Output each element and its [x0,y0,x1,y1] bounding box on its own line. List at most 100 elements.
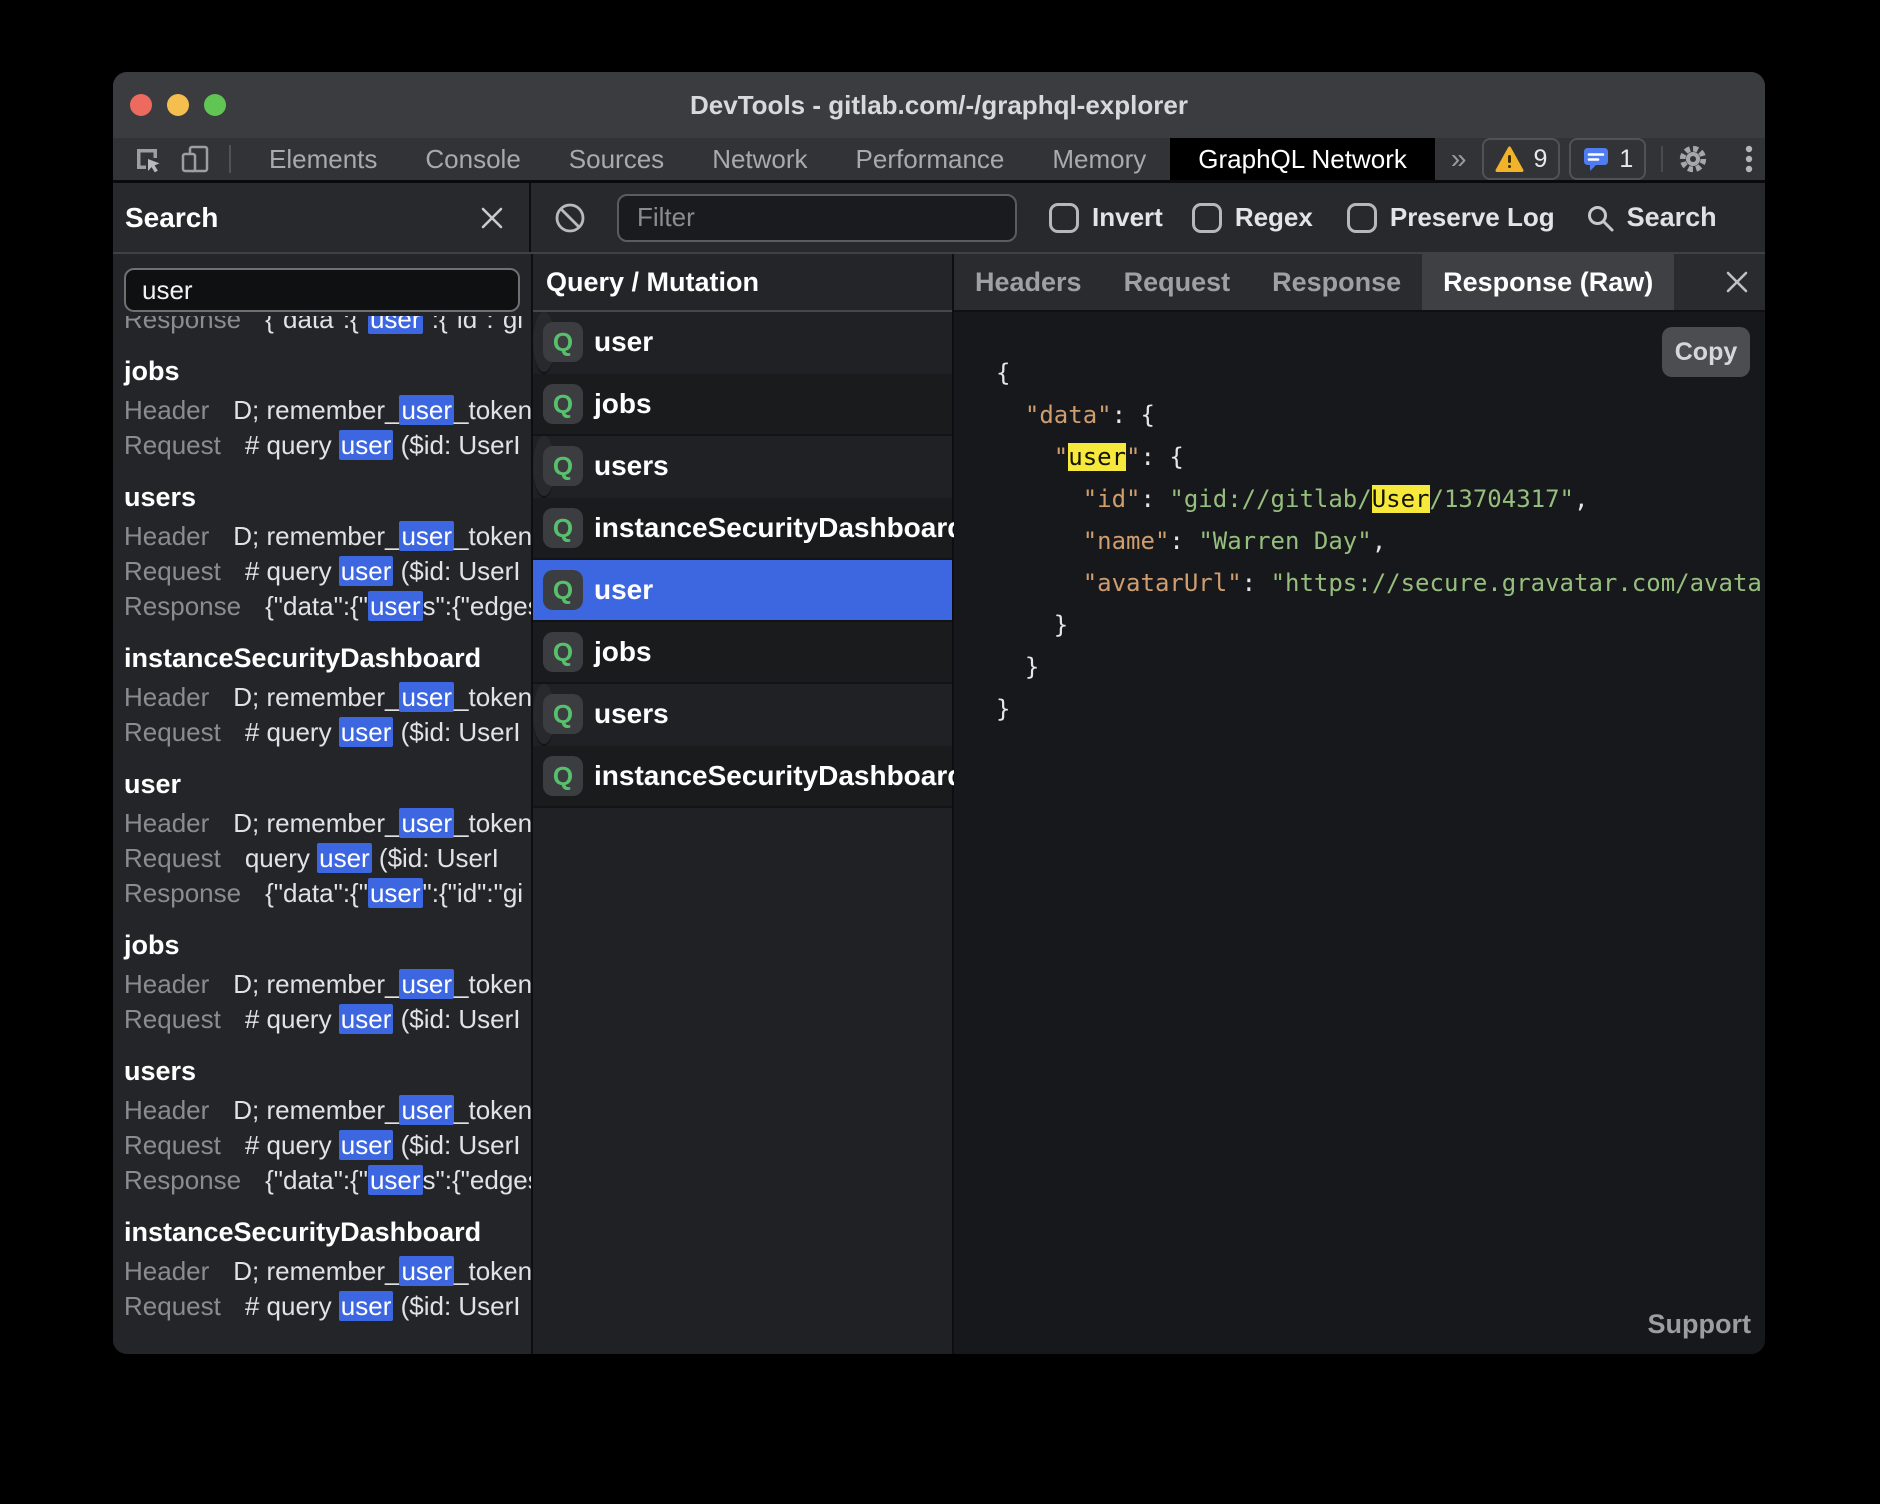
search-result-row[interactable]: Requestquery user ($id: UserI [124,841,531,876]
result-text: query [245,843,317,873]
query-list-item-users[interactable]: Qusers [533,684,555,746]
result-row-label: Request [124,1130,221,1160]
clear-block-icon[interactable] [553,201,587,235]
result-text: D; remember_ [233,1256,399,1286]
match-highlight: user [399,1095,454,1125]
devtools-tab-memory[interactable]: Memory [1028,138,1170,180]
search-result-group-title: jobs [124,357,531,385]
query-list-item-users[interactable]: Qusers [533,436,555,498]
search-result-row[interactable]: Response{"data":{"user":{"id":"gi [124,316,531,337]
zoom-window-button[interactable] [204,94,226,116]
result-text: _token=e [454,521,531,551]
close-search-icon[interactable] [479,205,505,231]
match-highlight: user [399,682,454,712]
messages-badge[interactable]: 1 [1569,138,1646,180]
search-result-row[interactable]: Request# query user ($id: UserI [124,428,531,463]
json-token: : [1169,527,1198,555]
search-result-row[interactable]: Response{"data":{"user":{"id":"gi [124,876,531,911]
result-text: _token=e [454,1256,531,1286]
json-token [996,443,1054,471]
detail-tab-request[interactable]: Request [1103,254,1252,310]
query-list-item-user[interactable]: Quser [533,560,952,622]
result-text: ($id: UserI [393,556,520,586]
search-result-row[interactable]: HeaderD; remember_user_token=e [124,1093,531,1128]
search-query-input[interactable] [124,268,520,312]
result-text: D; remember_ [233,1095,399,1125]
search-result-row[interactable]: HeaderD; remember_user_token=e [124,393,531,428]
search-results-list: Response{"data":{"user":{"id":"gi jobs Hea… [113,316,531,1354]
search-result-row[interactable]: HeaderD; remember_user_token=e [124,680,531,715]
result-text: # query [245,1004,339,1034]
search-result-row[interactable]: HeaderD; remember_user_token=e [124,1254,531,1289]
devtools-tab-graphql-network[interactable]: GraphQL Network [1170,138,1435,180]
settings-gear-icon[interactable] [1677,143,1709,175]
invert-checkbox[interactable] [1049,203,1079,233]
search-match-highlight: user [1068,443,1126,471]
close-detail-icon[interactable] [1723,254,1751,310]
search-result-row[interactable]: HeaderD; remember_user_token=e [124,519,531,554]
support-link[interactable]: Support [1648,1309,1751,1340]
search-toolbar-label[interactable]: Search [1627,202,1717,233]
search-result-row[interactable]: HeaderD; remember_user_token=e [124,806,531,841]
warnings-badge[interactable]: 9 [1482,138,1560,180]
result-text: D; remember_ [233,808,399,838]
json-token [996,527,1083,555]
query-list-item-label: instanceSecurityDashboard [594,512,964,544]
more-tabs-chevron-icon[interactable]: » [1435,143,1483,175]
result-text: {"data":{" [265,1165,368,1195]
search-result-row[interactable]: Request# query user ($id: UserI [124,1128,531,1163]
device-toolbar-icon[interactable] [179,143,211,175]
minimize-window-button[interactable] [167,94,189,116]
result-text: D; remember_ [233,521,399,551]
result-text: ($id: UserI [372,843,499,873]
match-highlight: user [399,395,454,425]
json-token: "data" [1025,401,1112,429]
devtools-tab-console[interactable]: Console [401,138,544,180]
search-result-row[interactable]: Request# query user ($id: UserI [124,1002,531,1037]
search-result-row[interactable]: Request# query user ($id: UserI [124,715,531,750]
json-response-view: { "data": { "user": { "id": "gid://gitla… [996,352,1765,730]
devtools-tab-network[interactable]: Network [688,138,831,180]
devtools-tabs: ElementsConsoleSourcesNetworkPerformance… [245,138,1435,180]
result-row-label: Header [124,1256,209,1286]
json-token [996,485,1083,513]
result-row-label: Header [124,521,209,551]
devtools-tab-sources[interactable]: Sources [545,138,688,180]
query-list: QuserQjobsQusersQinstanceSecurityDashboa… [533,312,952,808]
result-row-label: Request [124,717,221,747]
json-token: "Warren Day" [1198,527,1371,555]
filter-input[interactable] [617,194,1017,242]
result-row-label: Header [124,969,209,999]
detail-tab-response-raw-[interactable]: Response (Raw) [1422,254,1674,310]
search-result-row[interactable]: Response{"data":{"users":{"edges [124,1163,531,1198]
response-raw-body: Copy { "data": { "user": { "id": "gid://… [954,312,1765,1354]
preserve-log-checkbox[interactable] [1347,203,1377,233]
json-line: } [996,688,1765,730]
search-result-row[interactable]: Request# query user ($id: UserI [124,554,531,589]
match-highlight: user [399,969,454,999]
json-token: "avatarUrl" [1083,569,1242,597]
json-token: : [1242,569,1271,597]
devtools-tabbar: ElementsConsoleSourcesNetworkPerformance… [113,138,1765,183]
result-text: # query [245,430,339,460]
kebab-menu-icon[interactable] [1733,143,1765,175]
search-result-group-title: users [124,483,531,511]
close-window-button[interactable] [130,94,152,116]
search-result-row[interactable]: HeaderD; remember_user_token=e [124,967,531,1002]
search-result-row[interactable]: Request# query user ($id: UserI [124,1289,531,1324]
result-row-label: Header [124,682,209,712]
json-token: { [996,359,1010,387]
detail-tab-headers[interactable]: Headers [954,254,1103,310]
detail-tab-response[interactable]: Response [1251,254,1422,310]
query-list-item-jobs[interactable]: Qjobs [533,374,952,436]
inspect-element-icon[interactable] [131,143,163,175]
regex-checkbox[interactable] [1192,203,1222,233]
query-list-item-user[interactable]: Quser [533,312,555,374]
search-result-group-title: instanceSecurityDashboard [124,1218,531,1246]
search-result-row[interactable]: Response{"data":{"users":{"edges [124,589,531,624]
devtools-tab-performance[interactable]: Performance [832,138,1029,180]
query-list-item-jobs[interactable]: Qjobs [533,622,952,684]
query-list-item-instancesecuritydashboard[interactable]: QinstanceSecurityDashboard [533,746,952,808]
devtools-tab-elements[interactable]: Elements [245,138,401,180]
query-list-item-instancesecuritydashboard[interactable]: QinstanceSecurityDashboard [533,498,952,560]
